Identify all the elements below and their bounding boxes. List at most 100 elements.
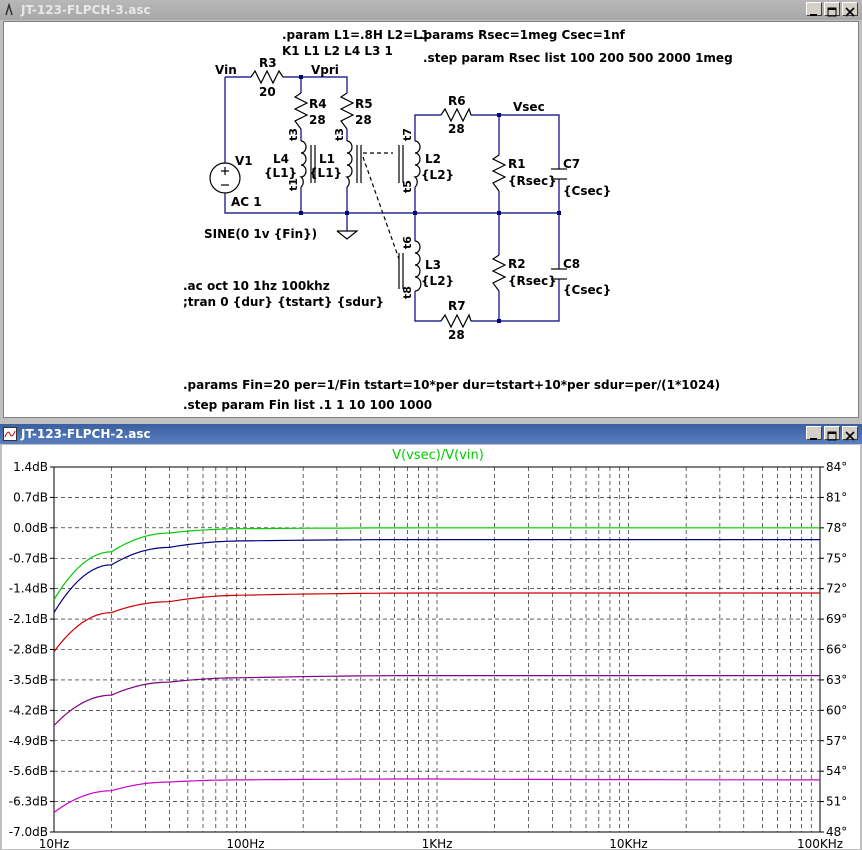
t7-label: t7 [401,128,414,141]
t8-label: t8 [401,286,414,299]
params-fin-directive[interactable]: .params Fin=20 per=1/Fin tstart=10*per d… [183,378,720,392]
close-icon [845,7,855,17]
r7-label: R7 [448,299,466,313]
minimize-button[interactable] [806,426,822,440]
r7-value: 28 [448,328,465,342]
l4-value: {L1} [264,166,297,180]
ac-directive[interactable]: .ac oct 10 1hz 100khz [183,279,330,293]
c7-value: {Csec} [563,184,611,198]
l3-symbol[interactable] [414,240,422,292]
coupling-directive[interactable]: K1 L1 L2 L4 L3 1 [282,44,393,58]
r4-value: 28 [309,113,326,127]
y-tick-label-right: 81° [826,490,847,504]
y-tick-label-right: 69° [826,612,847,626]
r6-symbol[interactable] [440,107,472,123]
minimize-icon [810,438,817,440]
schematic-titlebar[interactable]: JT-123-FLPCH-3.asc [0,0,862,20]
x-tick-label: 100Hz [226,837,264,849]
l4-label: L4 [273,152,289,166]
y-tick-label-left: -6.3dB [9,795,48,809]
y-tick-label-left: 0.7dB [13,490,48,504]
t6-label: t6 [401,236,414,249]
r3-symbol[interactable] [250,69,284,85]
y-tick-label-right: 66° [826,643,847,657]
bode-plot[interactable]: V(vsec)/V(vin) 1.4dB 84° 0.7dB 81° 0.0dB 78° -… [2,445,860,849]
y-tick-label-right: 72° [826,582,847,596]
step-rsec-directive[interactable]: .step param Rsec list 100 200 500 2000 1… [423,51,733,65]
y-tick-label-left: -0.7dB [9,551,48,565]
r5-value: 28 [355,113,372,127]
y-tick-label-left: -3.5dB [9,673,48,687]
c8-value: {Csec} [563,283,611,297]
t3-label-b: t3 [333,128,346,141]
x-tick-label: 10KHz [609,837,647,849]
r2-label: R2 [508,257,526,271]
y-tick-label-left: 0.0dB [13,521,48,535]
y-tick-label-right: 78° [826,521,847,535]
net-vsec-label: Vsec [513,100,545,114]
y-tick-label-left: -1.4dB [9,582,48,596]
close-button[interactable] [842,426,858,441]
y-tick-label-right: 54° [826,764,847,778]
plot-window: JT-123-FLPCH-2.asc V(vsec)/V(vin) 1.4dB 8… [0,424,862,850]
param-l-directive[interactable]: .param L1=.8H L2=L1 [282,28,429,42]
close-icon [845,431,855,441]
c7-label: C7 [563,157,580,171]
l4-symbol[interactable] [299,140,307,188]
y-tick-label-left: -2.1dB [9,612,48,626]
v1-sine-value: SINE(0 1v {Fin}) [204,227,317,241]
waveform-icon [3,427,17,441]
l2-symbol[interactable] [413,140,421,188]
minimize-icon [810,14,817,16]
v1-ac-value: AC 1 [231,195,262,209]
maximize-button[interactable] [824,426,840,441]
r1-value: {Rsec} [508,174,557,188]
plot-titlebar[interactable]: JT-123-FLPCH-2.asc [0,424,862,444]
y-tick-label-right: 60° [826,703,847,717]
t3-label-a: t3 [287,128,300,141]
net-vin-label: Vin [215,63,237,77]
r6-label: R6 [448,94,466,108]
maximize-icon [827,431,837,441]
schematic-canvas[interactable]: .param L1=.8H L2=L1 K1 L1 L2 L4 L3 1 .pa… [3,21,859,418]
net-vpri-label: Vpri [311,63,339,77]
r4-symbol[interactable] [293,92,309,130]
close-button[interactable] [842,2,858,17]
x-tick-label: 1KHz [422,837,453,849]
y-tick-label-right: 57° [826,734,847,748]
tran-directive[interactable]: ;tran 0 {dur} {tstart} {sdur} [183,295,384,309]
r1-label: R1 [508,157,526,171]
r2-value: {Rsec} [508,274,557,288]
r6-value: 28 [448,122,465,136]
l2-value: {L2} [421,168,454,182]
y-tick-label-left: 1.4dB [13,460,48,474]
maximize-button[interactable] [824,2,840,17]
r5-symbol[interactable] [339,92,355,130]
r5-label: R5 [355,97,373,111]
schematic-window: JT-123-FLPCH-3.asc .param L1=.8H L2=L1 K… [0,0,862,422]
step-fin-directive[interactable]: .step param Fin list .1 1 10 100 1000 [183,398,432,412]
l3-label: L3 [425,258,441,272]
l1-value: {L1} [309,166,342,180]
minimize-button[interactable] [806,2,822,16]
r2-symbol[interactable] [491,254,507,292]
maximize-icon [827,7,837,17]
y-tick-label-left: -4.9dB [9,734,48,748]
y-tick-label-left: -5.6dB [9,764,48,778]
y-tick-label-right: 75° [826,551,847,565]
r7-symbol[interactable] [440,313,472,329]
chart-title[interactable]: V(vsec)/V(vin) [392,448,484,463]
t1-label: t1 [287,178,300,191]
r1-symbol[interactable] [491,154,507,192]
ground-symbol [336,230,359,240]
schematic-window-title: JT-123-FLPCH-3.asc [21,3,151,17]
y-tick-label-right: 63° [826,673,847,687]
x-tick-label: 100KHz [797,837,843,849]
y-tick-label-right: 51° [826,795,847,809]
y-tick-label-right: 84° [826,460,847,474]
t5-label: t5 [401,180,414,193]
l1-symbol[interactable] [345,140,353,188]
plot-pane[interactable]: V(vsec)/V(vin) 1.4dB 84° 0.7dB 81° 0.0dB 78° -… [2,445,860,849]
params-rsec-directive[interactable]: .params Rsec=1meg Csec=1nf [419,28,626,42]
l1-label: L1 [319,152,335,166]
